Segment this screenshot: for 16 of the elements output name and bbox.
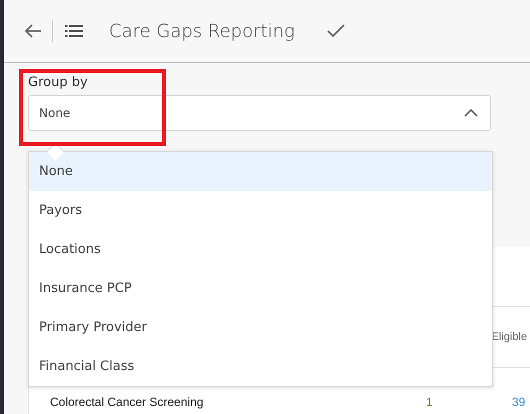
dropdown-option[interactable]: Payors bbox=[29, 191, 492, 230]
page-title: Care Gaps Reporting bbox=[109, 20, 295, 42]
dropdown-option[interactable]: Primary Provider bbox=[29, 308, 492, 347]
checkmark-icon[interactable] bbox=[326, 24, 345, 38]
list-icon[interactable] bbox=[65, 25, 83, 37]
group-by-select[interactable]: None bbox=[28, 95, 491, 131]
dropdown-option[interactable]: Locations bbox=[29, 230, 492, 269]
table-cell-text: 1 bbox=[426, 395, 434, 409]
dropdown-option[interactable]: Insurance PCP bbox=[29, 269, 492, 308]
dropdown-option[interactable]: Financial Class bbox=[29, 347, 492, 386]
caret-icon bbox=[464, 109, 478, 117]
column-header: Eligible bbox=[490, 331, 528, 343]
group-by-label: Group by bbox=[28, 75, 89, 90]
dropdown-option[interactable]: None bbox=[29, 152, 492, 191]
table-cell-text: Colorectal Cancer Screening bbox=[49, 395, 204, 409]
back-arrow-icon[interactable] bbox=[24, 24, 42, 38]
